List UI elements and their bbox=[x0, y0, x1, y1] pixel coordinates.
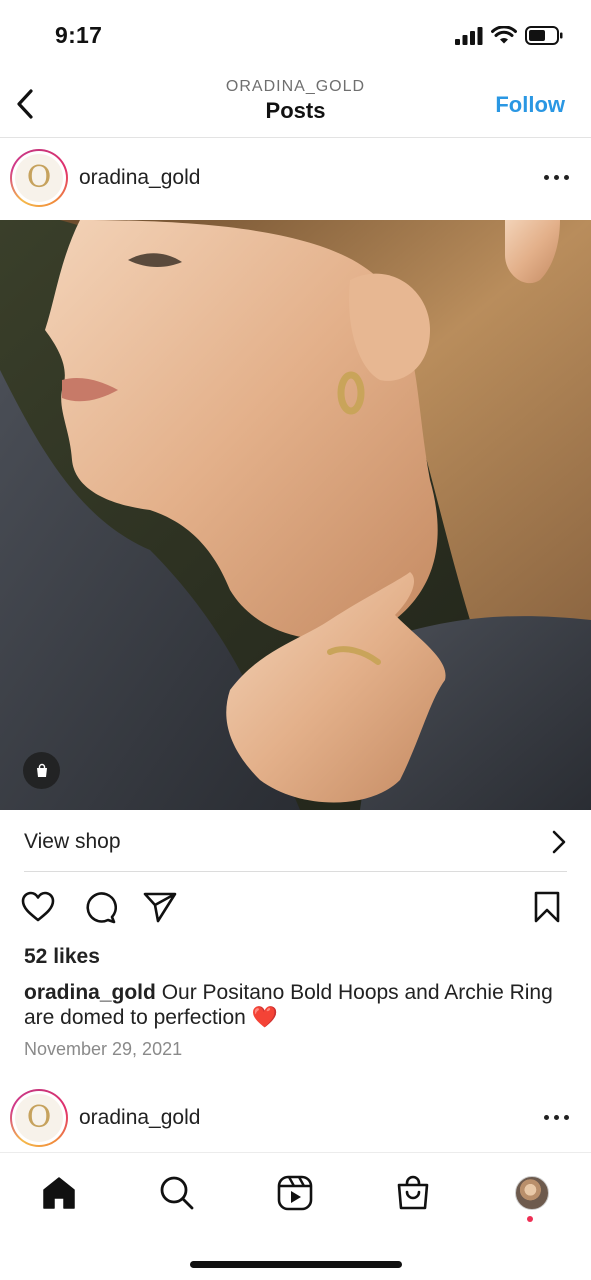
send-icon bbox=[143, 892, 177, 923]
search-icon bbox=[160, 1176, 194, 1210]
post-username[interactable]: oradina_gold bbox=[79, 166, 200, 190]
top-navigation-bar: ORADINA_GOLD Posts Follow bbox=[0, 70, 591, 138]
save-button[interactable] bbox=[527, 885, 567, 929]
tab-home[interactable] bbox=[37, 1171, 81, 1215]
home-indicator[interactable] bbox=[190, 1261, 402, 1268]
shopping-bag-icon bbox=[36, 763, 47, 777]
comment-icon bbox=[86, 892, 117, 924]
tab-reels[interactable] bbox=[273, 1171, 317, 1215]
share-button[interactable] bbox=[140, 885, 180, 929]
more-horizontal-icon bbox=[544, 175, 549, 180]
post-header: O oradina_gold bbox=[0, 139, 591, 219]
heart-icon bbox=[21, 891, 55, 922]
avatar-logo-letter: O bbox=[26, 1100, 52, 1135]
caption-emoji: ❤️ bbox=[251, 1006, 278, 1029]
reels-icon bbox=[277, 1175, 313, 1211]
chevron-right-icon bbox=[552, 830, 566, 853]
bottom-tab-bar bbox=[0, 1152, 591, 1232]
status-bar: 9:17 bbox=[0, 0, 591, 70]
more-options-button[interactable] bbox=[544, 175, 569, 180]
post-username[interactable]: oradina_gold bbox=[79, 1106, 200, 1130]
more-options-button[interactable] bbox=[544, 1115, 569, 1120]
post-header: O oradina_gold bbox=[0, 1079, 591, 1159]
battery-icon bbox=[525, 26, 563, 45]
home-icon bbox=[43, 1177, 75, 1209]
cellular-signal-icon bbox=[455, 26, 483, 45]
avatar[interactable]: O bbox=[10, 149, 68, 207]
likes-count[interactable]: 52 likes bbox=[24, 945, 100, 969]
status-icons bbox=[455, 26, 563, 45]
view-shop-label: View shop bbox=[24, 829, 121, 853]
status-time: 9:17 bbox=[55, 22, 103, 48]
notification-dot bbox=[527, 1216, 533, 1222]
shop-icon bbox=[397, 1175, 429, 1210]
post-date: November 29, 2021 bbox=[24, 1039, 183, 1059]
post-image[interactable] bbox=[0, 220, 591, 810]
like-button[interactable] bbox=[18, 885, 58, 929]
more-horizontal-icon bbox=[544, 1115, 549, 1120]
profile-avatar bbox=[515, 1176, 549, 1210]
avatar-logo-letter: O bbox=[26, 160, 52, 195]
wifi-icon bbox=[491, 26, 517, 44]
caption-username[interactable]: oradina_gold bbox=[24, 981, 156, 1004]
post-actions bbox=[0, 885, 591, 933]
bookmark-icon bbox=[534, 891, 560, 923]
comment-button[interactable] bbox=[80, 885, 120, 929]
view-shop-row[interactable]: View shop bbox=[24, 812, 567, 872]
tab-search[interactable] bbox=[155, 1171, 199, 1215]
post-caption: oradina_gold Our Positano Bold Hoops and… bbox=[24, 980, 569, 1030]
tab-profile[interactable] bbox=[510, 1171, 554, 1215]
tab-shop[interactable] bbox=[391, 1171, 435, 1215]
avatar[interactable]: O bbox=[10, 1089, 68, 1147]
shopping-tag-button[interactable] bbox=[23, 752, 60, 789]
follow-button[interactable]: Follow bbox=[495, 92, 565, 118]
